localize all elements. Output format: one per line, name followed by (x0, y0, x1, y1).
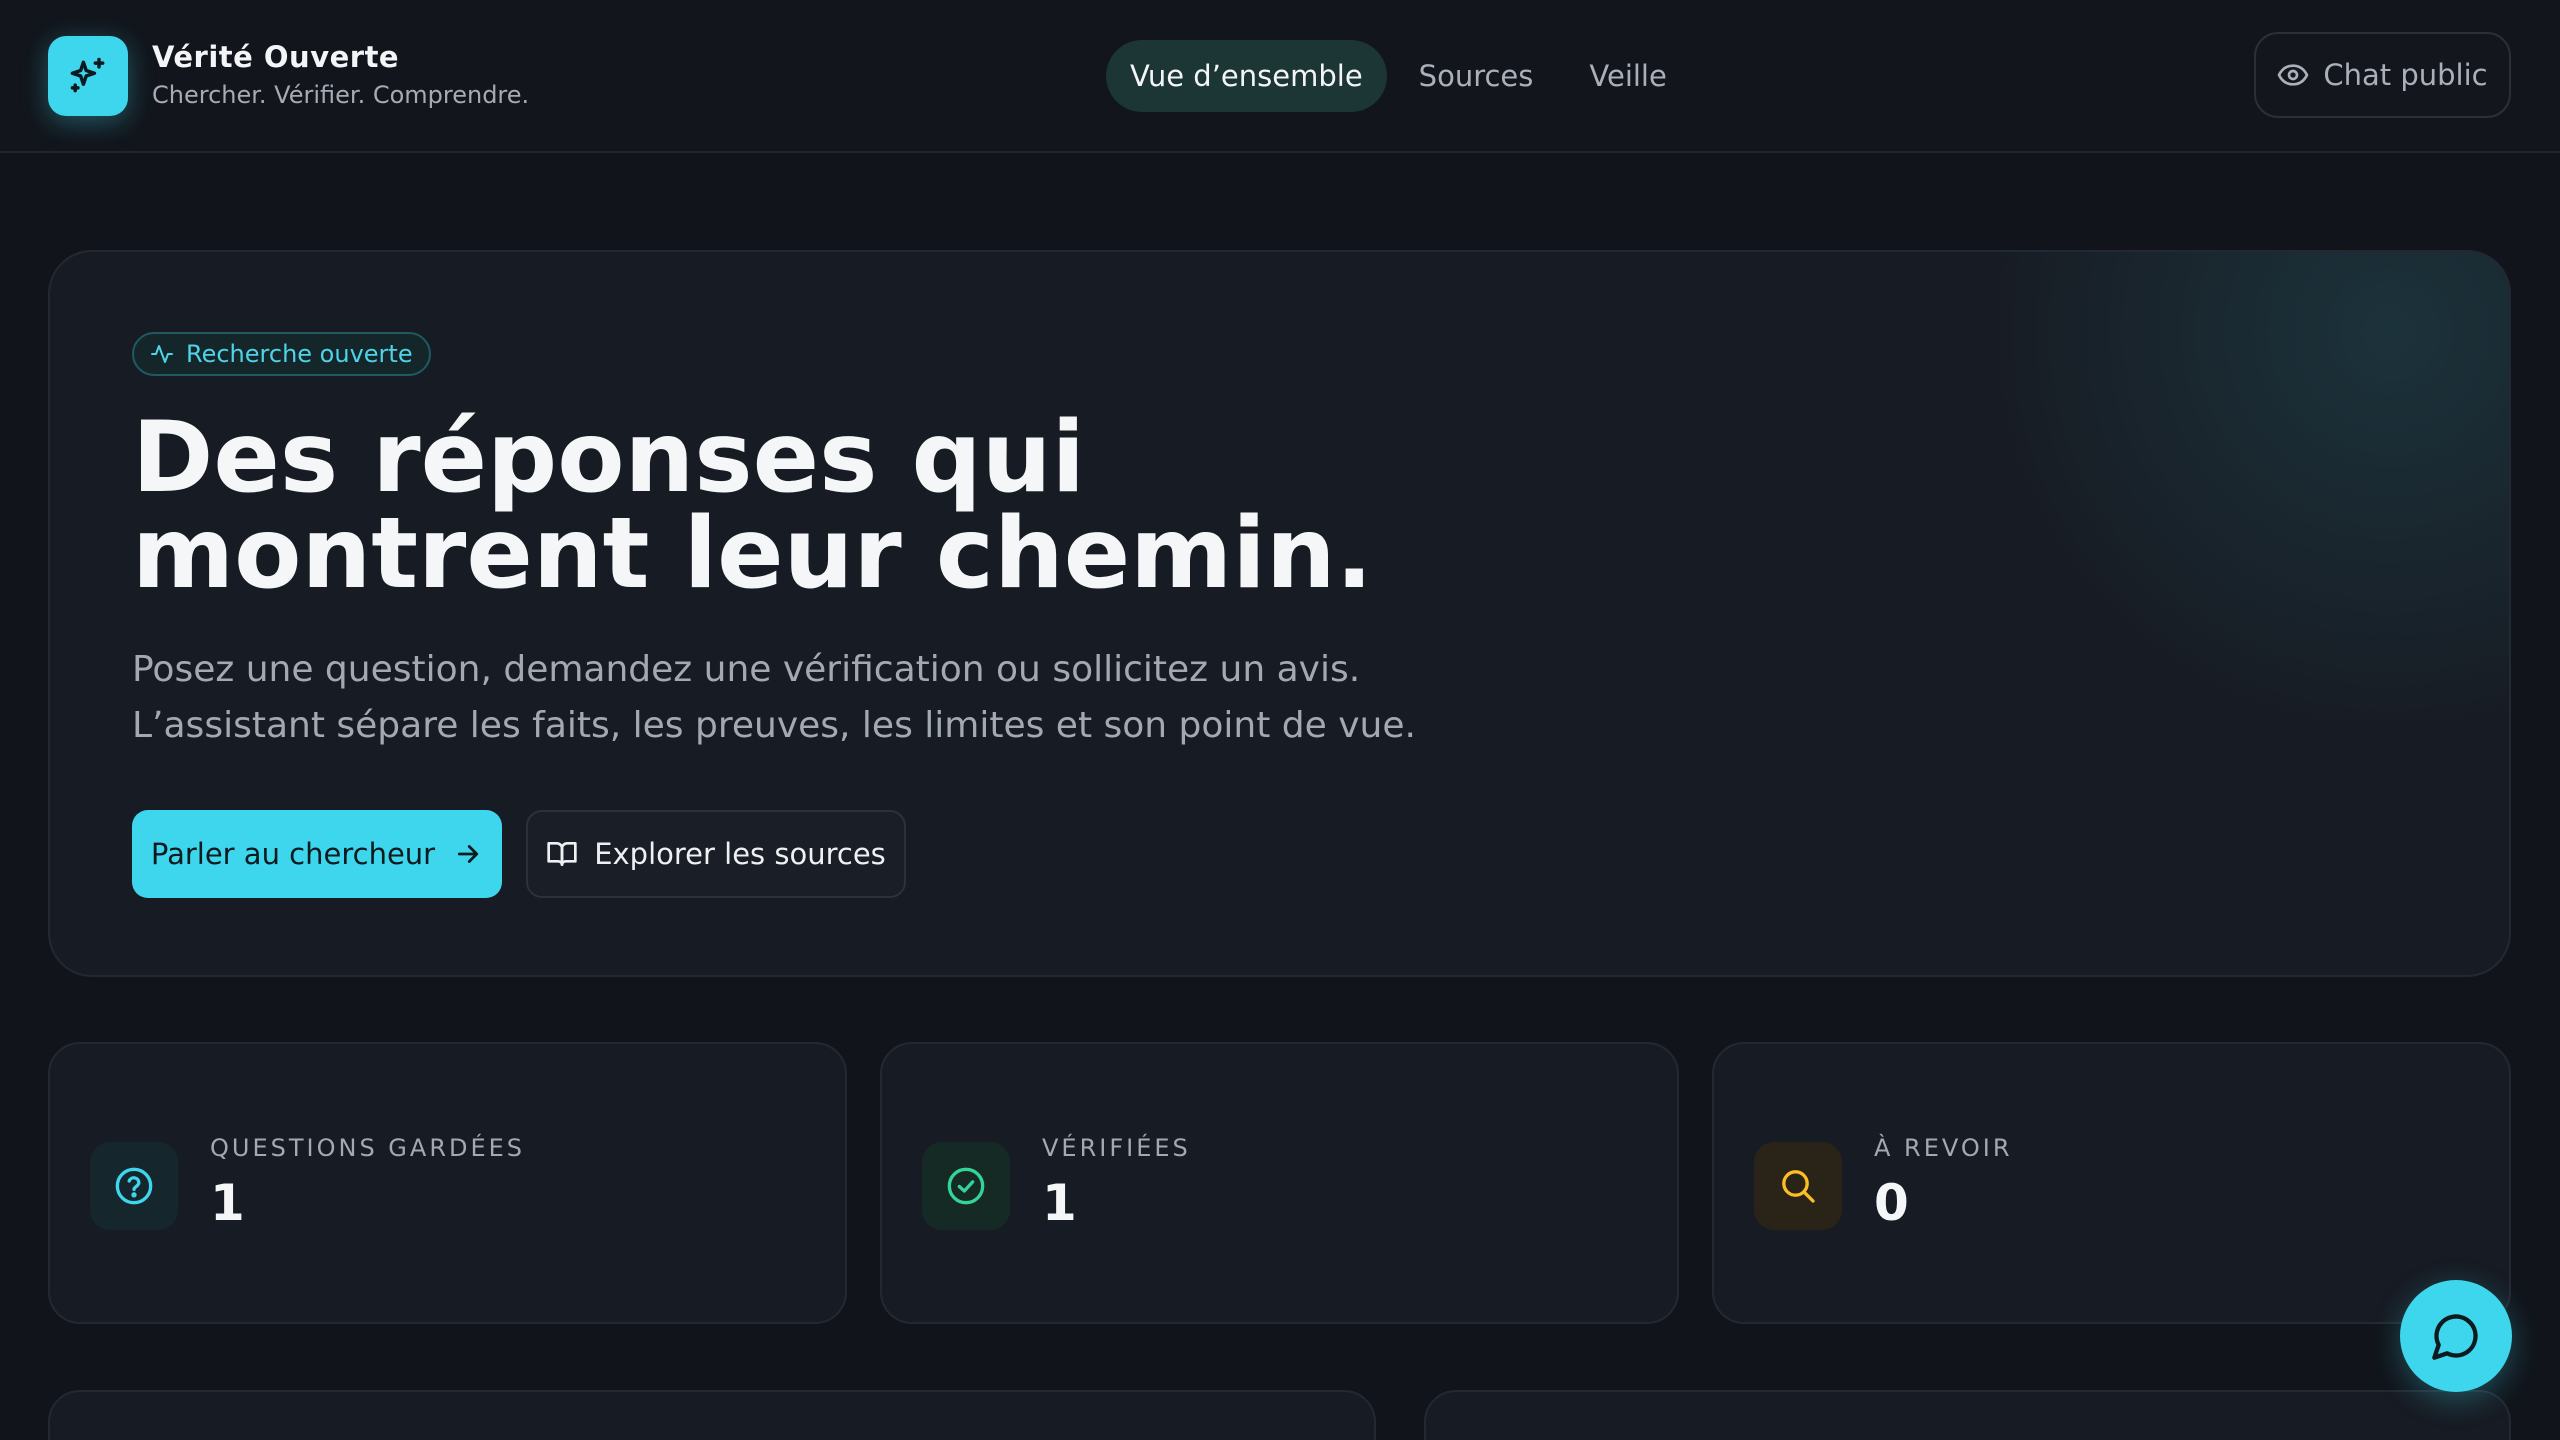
brand-tagline: Chercher. Vérifier. Comprendre. (152, 81, 530, 109)
stat-card-verified: VÉRIFIÉES 1 (880, 1042, 1679, 1324)
secondary-button-label: Explorer les sources (594, 837, 886, 871)
stat-card-questions: QUESTIONS GARDÉES 1 (48, 1042, 847, 1324)
stat-value: 0 (1874, 1174, 1909, 1232)
hero-desc-line-2: L’assistant sépare les faits, les preuve… (132, 705, 1416, 746)
hero-description: Posez une question, demandez une vérific… (132, 642, 1632, 754)
stat-value: 1 (210, 1174, 245, 1232)
book-open-icon (547, 842, 577, 866)
page: Vérité Ouverte Chercher. Vérifier. Compr… (0, 0, 2560, 1440)
stat-icon-box (922, 1142, 1010, 1230)
explore-sources-button[interactable]: Explorer les sources (526, 810, 906, 898)
main-nav: Vue d’ensemble Sources Veille (1106, 40, 1699, 112)
stat-label: QUESTIONS GARDÉES (210, 1134, 526, 1162)
stat-label: À REVOIR (1874, 1134, 2013, 1162)
help-circle-icon (115, 1167, 153, 1205)
talk-to-researcher-button[interactable]: Parler au chercheur (132, 810, 502, 898)
arrow-right-icon (457, 845, 479, 863)
activity-icon (151, 345, 173, 363)
badge-label: Recherche ouverte (186, 340, 413, 368)
tab-overview[interactable]: Vue d’ensemble (1106, 40, 1387, 112)
stat-value: 1 (1042, 1174, 1077, 1232)
lower-card-right (1424, 1390, 2511, 1440)
top-bar: Vérité Ouverte Chercher. Vérifier. Compr… (0, 0, 2560, 153)
brand-logo[interactable] (48, 36, 128, 116)
brand-title: Vérité Ouverte (152, 40, 400, 74)
stat-icon-box (1754, 1142, 1842, 1230)
hero-desc-line-1: Posez une question, demandez une vérific… (132, 649, 1361, 690)
chat-public-label: Chat public (2323, 58, 2488, 92)
tab-sources[interactable]: Sources (1395, 40, 1558, 112)
hero-title-line-2: montrent leur chemin. (132, 497, 1373, 611)
stat-label: VÉRIFIÉES (1042, 1134, 1191, 1162)
search-icon (1782, 1170, 1815, 1203)
sparkles-icon (70, 57, 105, 93)
message-circle-icon (2432, 1314, 2478, 1360)
lower-card-left (48, 1390, 1376, 1440)
stat-card-to-review: À REVOIR 0 (1712, 1042, 2511, 1324)
primary-button-label: Parler au chercheur (150, 837, 436, 871)
hero-card: Recherche ouverte Des réponses qui montr… (48, 250, 2511, 977)
status-badge: Recherche ouverte (132, 332, 431, 376)
stat-icon-box (90, 1142, 178, 1230)
chat-public-button[interactable]: Chat public (2254, 32, 2511, 118)
eye-icon (2278, 64, 2309, 86)
hero-title: Des réponses qui montrent leur chemin. (132, 409, 1532, 603)
floating-chat-button[interactable] (2400, 1280, 2512, 1392)
tab-watch[interactable]: Veille (1565, 40, 1690, 112)
check-circle-icon (947, 1167, 985, 1205)
